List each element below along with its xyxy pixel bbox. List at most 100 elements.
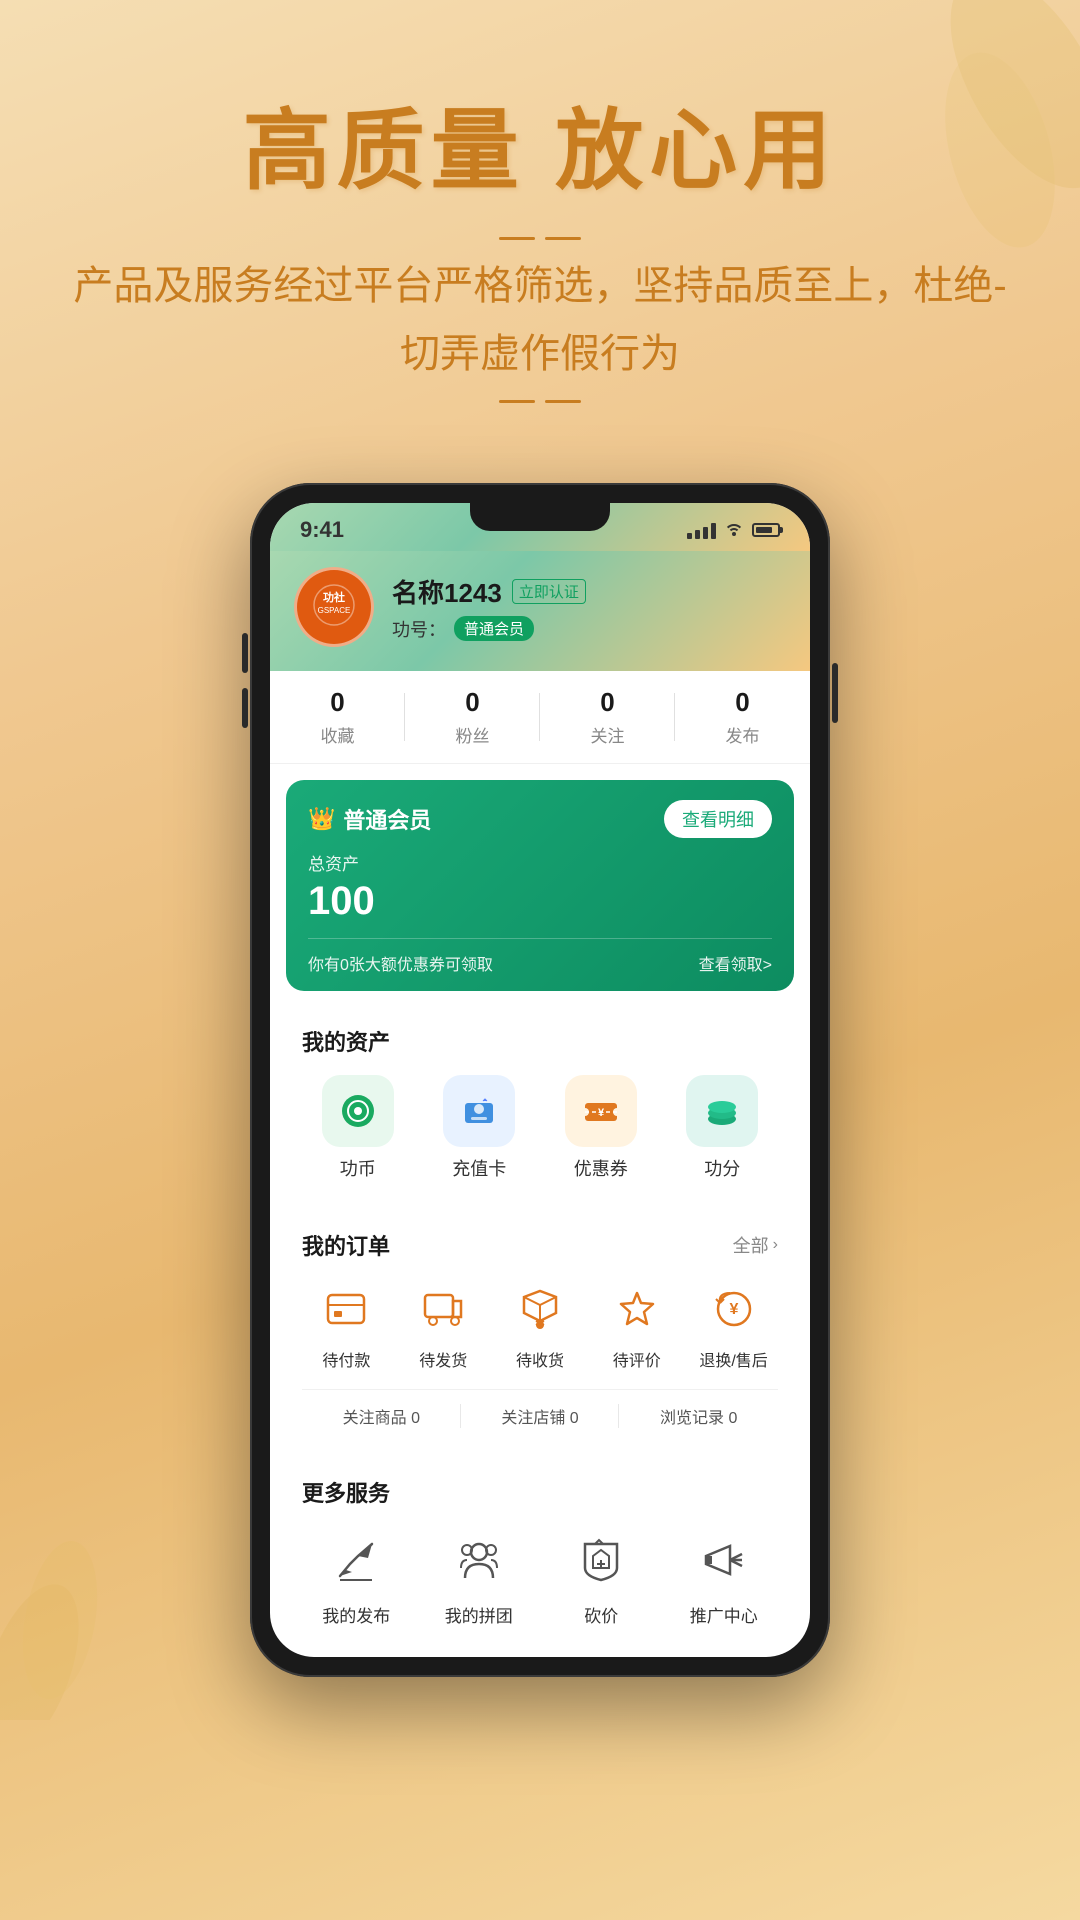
stat-followers[interactable]: 0 粉丝: [405, 687, 540, 747]
svg-text:¥: ¥: [598, 1107, 605, 1119]
refund-icon: ¥: [704, 1279, 764, 1339]
deco-left: [499, 237, 581, 240]
top-section: 高质量 放心用 产品及服务经过平台严格筛选，坚持品质至上，杜绝-切弄虚作假行为: [0, 0, 1080, 463]
pending-pay-label: 待付款: [322, 1347, 370, 1371]
gongfen-label: 功分: [704, 1155, 740, 1181]
asset-item-recharge[interactable]: 充值卡: [424, 1075, 536, 1181]
my-assets-title: 我的资产: [302, 1025, 778, 1057]
member-badge[interactable]: 普通会员: [454, 616, 534, 641]
member-type: 普通会员: [343, 803, 431, 835]
profile-id-label: 功号：: [392, 616, 446, 642]
browse-history[interactable]: 浏览记录 0: [619, 1404, 778, 1428]
stat-followers-num: 0: [405, 687, 540, 718]
sub-text-content: 产品及服务经过平台严格筛选，坚持品质至上，杜绝-切弄虚作假行为: [60, 252, 1020, 388]
avatar[interactable]: 功社 GSPACE: [294, 567, 374, 647]
order-pending-review[interactable]: 待评价: [592, 1279, 681, 1371]
member-card-top: 👑 普通会员 查看明细: [308, 800, 772, 838]
assets-grid: 功币 充值卡: [302, 1075, 778, 1181]
my-posts-label: 我的发布: [322, 1602, 390, 1627]
stat-following[interactable]: 0 关注: [540, 687, 675, 747]
order-pending-receive[interactable]: 待收货: [496, 1279, 585, 1371]
order-refund[interactable]: ¥ 退换/售后: [689, 1279, 778, 1371]
asset-item-gongfen[interactable]: 功分: [667, 1075, 779, 1181]
pending-receive-label: 待收货: [516, 1347, 564, 1371]
phone-mockup: 9:41: [0, 483, 1080, 1677]
page-container: 高质量 放心用 产品及服务经过平台严格筛选，坚持品质至上，杜绝-切弄虚作假行为: [0, 0, 1080, 1920]
coupon-label: 优惠券: [574, 1155, 628, 1181]
more-services-grid: 我的发布: [302, 1526, 778, 1627]
deco-right: [499, 400, 581, 403]
orders-header: 我的订单 全部 ›: [302, 1229, 778, 1261]
service-group-buy[interactable]: 我的拼团: [425, 1526, 534, 1627]
service-promotion[interactable]: 推广中心: [670, 1526, 779, 1627]
profile-name: 名称1243: [392, 573, 502, 610]
gongbi-icon-wrap: [322, 1075, 394, 1147]
pending-ship-label: 待发货: [419, 1347, 467, 1371]
asset-item-coupon[interactable]: ¥ 优惠券: [545, 1075, 657, 1181]
sub-text-decoration: 产品及服务经过平台严格筛选，坚持品质至上，杜绝-切弄虚作假行为: [60, 237, 1020, 403]
refund-label: 退换/售后: [699, 1347, 767, 1371]
stat-posts-label: 发布: [675, 722, 810, 747]
order-pending-pay[interactable]: 待付款: [302, 1279, 391, 1371]
pending-pay-icon: [316, 1279, 376, 1339]
my-assets-section: 我的资产 功币: [286, 1007, 794, 1199]
coupon-text: 你有0张大额优惠券可领取: [308, 951, 493, 975]
stat-followers-label: 粉丝: [405, 722, 540, 747]
group-buy-label: 我的拼团: [445, 1602, 513, 1627]
stats-row: 0 收藏 0 粉丝 0 关注 0 发布: [270, 671, 810, 764]
order-pending-ship[interactable]: 待发货: [399, 1279, 488, 1371]
favorites-row: 关注商品 0 关注店铺 0 浏览记录 0: [302, 1389, 778, 1428]
asset-item-gongbi[interactable]: 功币: [302, 1075, 414, 1181]
fav-products[interactable]: 关注商品 0: [302, 1404, 461, 1428]
more-services-title: 更多服务: [302, 1476, 778, 1508]
stat-posts-num: 0: [675, 687, 810, 718]
coupon-row: 你有0张大额优惠券可领取 查看领取>: [308, 938, 772, 975]
my-posts-icon: [322, 1526, 390, 1594]
pending-receive-icon: [510, 1279, 570, 1339]
wifi-icon: [724, 520, 744, 541]
stat-collections-label: 收藏: [270, 722, 405, 747]
stat-posts[interactable]: 0 发布: [675, 687, 810, 747]
service-bargain[interactable]: 砍价: [547, 1526, 656, 1627]
stat-following-num: 0: [540, 687, 675, 718]
member-title-row: 👑 普通会员: [308, 803, 431, 835]
group-buy-icon: [445, 1526, 513, 1594]
phone-notch: [470, 503, 610, 531]
pending-ship-icon: [413, 1279, 473, 1339]
sub-description: 产品及服务经过平台严格筛选，坚持品质至上，杜绝-切弄虚作假行为: [60, 237, 1020, 403]
asset-amount: 100: [308, 879, 772, 924]
promotion-label: 推广中心: [690, 1602, 758, 1627]
status-time: 9:41: [300, 517, 344, 543]
phone-screen: 9:41: [270, 503, 810, 1657]
verify-badge[interactable]: 立即认证: [512, 579, 586, 604]
power-button: [832, 663, 838, 723]
bargain-icon: [567, 1526, 635, 1594]
order-icons-grid: 待付款 待发货: [302, 1279, 778, 1371]
crown-icon: 👑: [308, 806, 335, 832]
vol-down-button: [242, 688, 248, 728]
stat-collections[interactable]: 0 收藏: [270, 687, 405, 747]
gongfen-icon-wrap: [686, 1075, 758, 1147]
svg-text:¥: ¥: [729, 1301, 738, 1318]
orders-all-link[interactable]: 全部 ›: [733, 1232, 778, 1258]
member-card: 👑 普通会员 查看明细 总资产 100 你有0张大额优惠券可领取 查看领取>: [286, 780, 794, 991]
fav-stores[interactable]: 关注店铺 0: [461, 1404, 620, 1428]
asset-label: 总资产: [308, 850, 772, 875]
battery-icon: [752, 523, 780, 537]
bargain-label: 砍价: [584, 1602, 618, 1627]
orders-chevron: ›: [773, 1236, 778, 1254]
stat-following-label: 关注: [540, 722, 675, 747]
coupon-link[interactable]: 查看领取>: [699, 951, 772, 975]
signal-icon: [687, 521, 716, 539]
service-my-posts[interactable]: 我的发布: [302, 1526, 411, 1627]
status-icons: [687, 520, 780, 541]
orders-all-label: 全部: [733, 1232, 769, 1258]
my-orders-section: 我的订单 全部 ›: [286, 1211, 794, 1446]
profile-name-row: 名称1243 立即认证: [392, 573, 786, 610]
promotion-icon: [690, 1526, 758, 1594]
profile-id-row: 功号： 普通会员: [392, 616, 786, 642]
view-detail-button[interactable]: 查看明细: [664, 800, 772, 838]
svg-text:功社: 功社: [323, 590, 345, 604]
pending-review-icon: [607, 1279, 667, 1339]
avatar-icon: 功社 GSPACE: [312, 583, 356, 632]
